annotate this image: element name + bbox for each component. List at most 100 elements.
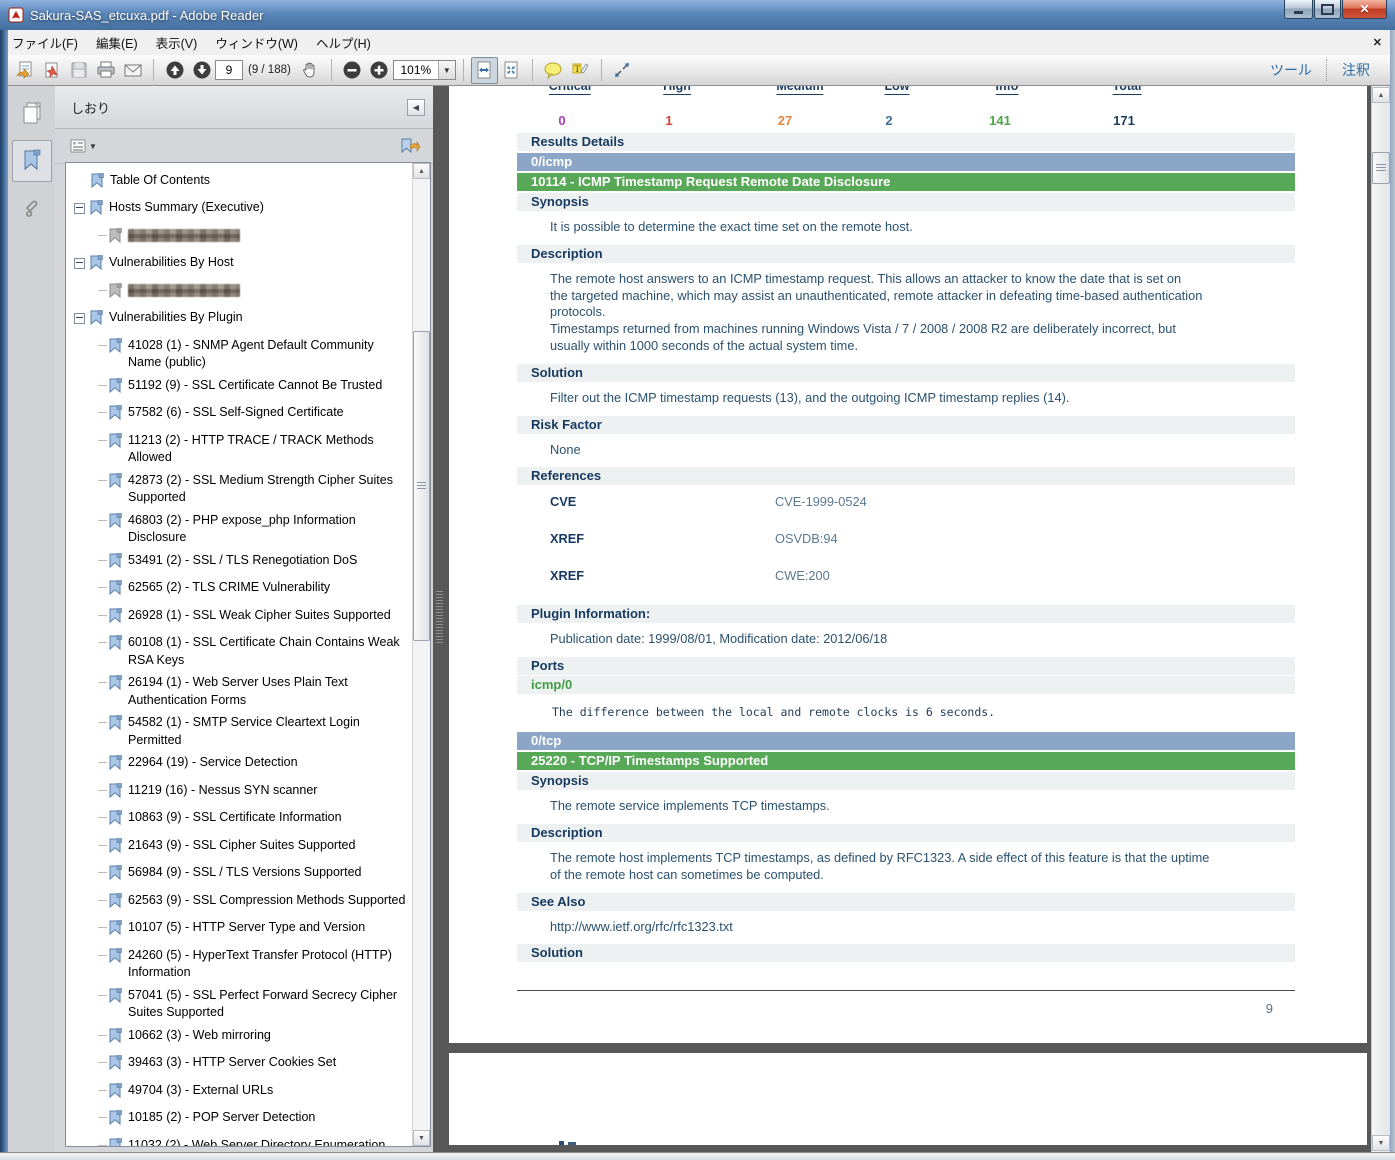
bookmark-label[interactable]: 21643 (9) - SSL Cipher Suites Supported [128, 837, 410, 855]
bookmark-label[interactable]: 54582 (1) - SMTP Service Cleartext Login… [128, 714, 410, 749]
bookmark-item[interactable]: 24260 (5) - HyperText Transfer Protocol … [72, 944, 410, 984]
bookmark-label[interactable]: 22964 (19) - Service Detection [128, 754, 410, 772]
save-button[interactable] [65, 57, 92, 84]
menu-item[interactable]: 表示(V) [147, 29, 207, 56]
bookmark-label[interactable]: 53491 (2) - SSL / TLS Renegotiation DoS [128, 552, 410, 570]
bookmark-label[interactable]: 60108 (1) - SSL Certificate Chain Contai… [128, 634, 410, 669]
next-page-button[interactable] [188, 57, 215, 84]
maximize-button[interactable] [1314, 0, 1341, 19]
bookmark-label[interactable]: 57041 (5) - SSL Perfect Forward Secrecy … [128, 987, 410, 1022]
bookmark-item[interactable]: 56984 (9) - SSL / TLS Versions Supported [72, 862, 410, 890]
collapse-sidebar-button[interactable]: ◀ [407, 99, 425, 116]
bookmark-item[interactable]: 11219 (16) - Nessus SYN scanner [72, 779, 410, 807]
collapse-minus-icon[interactable] [74, 203, 85, 214]
fullscreen-button[interactable] [609, 57, 636, 84]
tools-panel-button[interactable]: ツール [1256, 60, 1326, 80]
zoom-level-value[interactable]: 101% [394, 63, 438, 77]
bookmark-item[interactable]: 22964 (19) - Service Detection [72, 752, 410, 780]
splitter-handle[interactable] [436, 591, 443, 643]
sidebar-scrollbar-thumb[interactable] [413, 331, 430, 641]
bookmark-item[interactable]: 60108 (1) - SSL Certificate Chain Contai… [72, 632, 410, 672]
bookmark-label[interactable]: 41028 (1) - SNMP Agent Default Community… [128, 337, 410, 372]
menu-item[interactable]: 編集(E) [87, 29, 147, 56]
bookmark-item[interactable]: 39463 (3) - HTTP Server Cookies Set [72, 1052, 410, 1080]
sticky-note-button[interactable] [540, 57, 567, 84]
attachments-panel-button[interactable] [12, 188, 52, 230]
bookmark-label[interactable]: 56984 (9) - SSL / TLS Versions Supported [128, 864, 410, 882]
bookmark-label[interactable]: 10863 (9) - SSL Certificate Information [128, 809, 410, 827]
bookmark-label[interactable]: 26928 (1) - SSL Weak Cipher Suites Suppo… [128, 607, 410, 625]
bookmark-label[interactable]: 42873 (2) - SSL Medium Strength Cipher S… [128, 472, 410, 507]
bookmark-item[interactable]: 54582 (1) - SMTP Service Cleartext Login… [72, 712, 410, 752]
highlight-text-button[interactable]: T [567, 57, 594, 84]
document-scrollbar-thumb[interactable] [1372, 152, 1390, 184]
bookmark-item[interactable]: 57041 (5) - SSL Perfect Forward Secrecy … [72, 984, 410, 1024]
email-button[interactable] [119, 57, 146, 84]
bookmark-item[interactable]: Vulnerabilities By Host [72, 252, 410, 280]
document-scrollbar[interactable]: ▲ ▼ [1371, 86, 1390, 1152]
bookmark-item[interactable]: 57582 (6) - SSL Self-Signed Certificate [72, 402, 410, 430]
bookmark-item[interactable]: 26194 (1) - Web Server Uses Plain Text A… [72, 672, 410, 712]
sidebar-scrollbar[interactable]: ▲ ▼ [412, 163, 430, 1146]
fit-page-button[interactable] [498, 57, 525, 84]
bookmark-item[interactable]: Hosts Summary (Executive) [72, 197, 410, 225]
zoom-out-button[interactable] [339, 57, 366, 84]
page-number-input[interactable] [215, 60, 243, 80]
bookmark-item[interactable]: 10662 (3) - Web mirroring [72, 1024, 410, 1052]
bookmark-label[interactable]: 10662 (3) - Web mirroring [128, 1027, 410, 1045]
bookmark-item[interactable]: 46803 (2) - PHP expose_php Information D… [72, 509, 410, 549]
comment-panel-button[interactable]: 注釈 [1328, 60, 1384, 80]
bookmark-label[interactable]: 49704 (3) - External URLs [128, 1082, 410, 1100]
open-button[interactable] [11, 57, 38, 84]
sidebar-splitter[interactable] [433, 86, 447, 1152]
bookmark-label[interactable]: 62563 (9) - SSL Compression Methods Supp… [128, 892, 410, 910]
page-thumbnails-button[interactable] [12, 92, 52, 134]
bookmark-item[interactable]: 53491 (2) - SSL / TLS Renegotiation DoS [72, 549, 410, 577]
hand-tool-button[interactable] [297, 57, 324, 84]
bookmark-label[interactable]: 11219 (16) - Nessus SYN scanner [128, 782, 410, 800]
scroll-down-icon[interactable]: ▼ [413, 1130, 430, 1146]
fit-width-button[interactable] [471, 57, 498, 84]
scroll-down-icon[interactable]: ▼ [1372, 1135, 1390, 1151]
bookmark-label[interactable]: 11032 (2) - Web Server Directory Enumera… [128, 1137, 410, 1148]
scroll-up-icon[interactable]: ▲ [413, 163, 430, 179]
close-button[interactable]: ✕ [1342, 0, 1387, 19]
bookmark-label[interactable]: 26194 (1) - Web Server Uses Plain Text A… [128, 674, 410, 709]
menu-item[interactable]: ウィンドウ(W) [206, 29, 307, 56]
zoom-in-button[interactable] [366, 57, 393, 84]
bookmark-label[interactable]: Hosts Summary (Executive) [109, 199, 410, 217]
bookmark-label[interactable]: 39463 (3) - HTTP Server Cookies Set [128, 1054, 410, 1072]
bookmark-item[interactable]: 49704 (3) - External URLs [72, 1079, 410, 1107]
bookmark-item[interactable] [72, 279, 410, 307]
bookmark-label[interactable]: 24260 (5) - HyperText Transfer Protocol … [128, 947, 410, 982]
menubar-close-icon[interactable]: ✕ [1363, 36, 1392, 49]
bookmarks-panel-button[interactable] [12, 140, 52, 182]
bookmark-options-button[interactable]: ▼ [65, 134, 102, 158]
bookmark-item[interactable]: 51192 (9) - SSL Certificate Cannot Be Tr… [72, 374, 410, 402]
minimize-button[interactable] [1284, 0, 1313, 19]
bookmark-item[interactable]: 10863 (9) - SSL Certificate Information [72, 807, 410, 835]
bookmark-label[interactable]: Vulnerabilities By Plugin [109, 309, 410, 327]
zoom-dropdown-button[interactable]: ▼ [438, 61, 455, 79]
bookmark-label[interactable]: 62565 (2) - TLS CRIME Vulnerability [128, 579, 410, 597]
bookmark-item[interactable]: 11032 (2) - Web Server Directory Enumera… [72, 1134, 410, 1147]
bookmark-item[interactable]: 26928 (1) - SSL Weak Cipher Suites Suppo… [72, 604, 410, 632]
bookmark-label[interactable]: 51192 (9) - SSL Certificate Cannot Be Tr… [128, 377, 410, 395]
create-pdf-button[interactable] [38, 57, 65, 84]
bookmark-item[interactable] [72, 224, 410, 252]
expand-current-bookmark-button[interactable] [397, 135, 423, 157]
collapse-minus-icon[interactable] [74, 258, 85, 269]
bookmark-item[interactable]: 62563 (9) - SSL Compression Methods Supp… [72, 889, 410, 917]
bookmark-item[interactable]: Vulnerabilities By Plugin [72, 307, 410, 335]
menu-item[interactable]: ファイル(F) [3, 29, 87, 56]
bookmark-item[interactable]: 42873 (2) - SSL Medium Strength Cipher S… [72, 469, 410, 509]
bookmark-item[interactable]: 62565 (2) - TLS CRIME Vulnerability [72, 577, 410, 605]
bookmark-label[interactable]: 10107 (5) - HTTP Server Type and Version [128, 919, 410, 937]
previous-page-button[interactable] [161, 57, 188, 84]
bookmark-label[interactable]: 11213 (2) - HTTP TRACE / TRACK Methods A… [128, 432, 410, 467]
bookmark-label[interactable]: 46803 (2) - PHP expose_php Information D… [128, 512, 410, 547]
bookmark-item[interactable]: Table Of Contents [72, 169, 410, 197]
bookmark-label[interactable]: 10185 (2) - POP Server Detection [128, 1109, 410, 1127]
bookmark-item[interactable]: 10107 (5) - HTTP Server Type and Version [72, 917, 410, 945]
menu-item[interactable]: ヘルプ(H) [307, 29, 380, 56]
